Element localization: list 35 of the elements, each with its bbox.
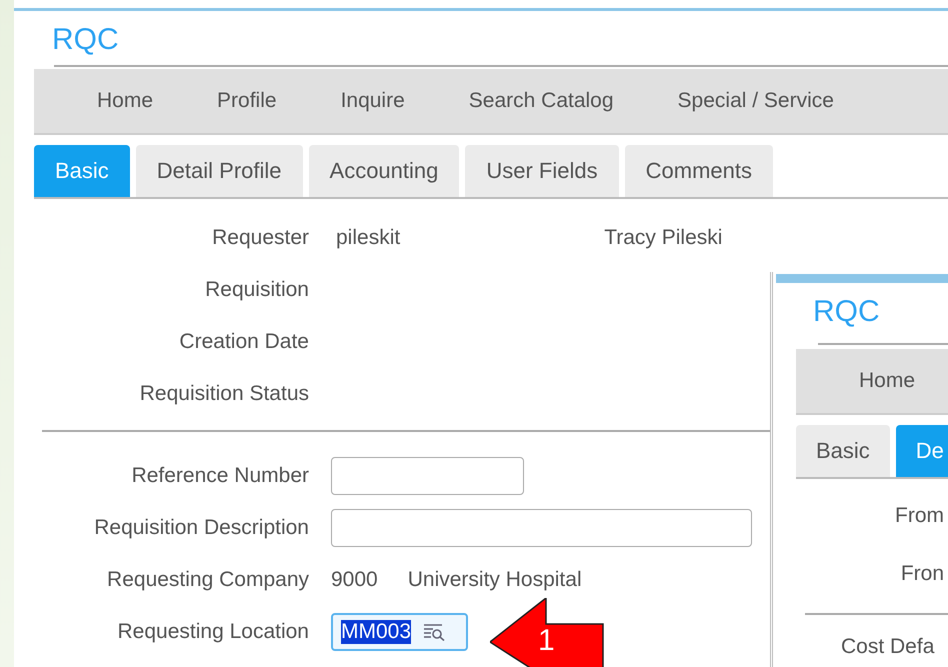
field-label: Fron [900,562,944,586]
input-field[interactable] [331,457,524,495]
field-label: Requisition Status [138,382,309,406]
field-value: University Hospital [408,568,582,592]
tab[interactable]: Accounting [308,145,460,197]
field-label: Requisition [204,278,309,302]
tab[interactable]: Detail Profile [136,145,303,197]
field-label: Requesting Company [106,568,309,592]
field-label: Requisition Description [93,516,309,540]
step-number: 1 [538,624,555,658]
input-field[interactable] [331,509,752,547]
nav-link[interactable]: Inquire [340,89,405,113]
app-title: RQC [812,294,881,330]
nav-link[interactable]: Home [97,89,154,113]
tab[interactable]: De [896,425,948,477]
nav-link[interactable]: Home [859,369,916,393]
tab[interactable]: Basic [34,145,130,197]
field-label: Cost Defa [841,635,936,659]
nav-link[interactable]: Search Catalog [468,89,614,113]
field-label: Requesting Location [116,620,309,644]
lookup-field[interactable]: MM003 [331,613,468,651]
field-label: From [895,504,944,528]
nav-link[interactable]: Special / Service [678,89,834,113]
tab[interactable]: Comments [624,145,773,197]
nav-link[interactable]: Profile [217,89,277,113]
field-label: Requester [211,226,309,250]
tab[interactable]: Basic [796,425,890,477]
field-value: 9000 [331,568,378,592]
field-value: pileskit [336,226,400,250]
field-label: Creation Date [178,330,309,354]
field-label: Reference Number [130,464,309,488]
tab[interactable]: User Fields [465,145,619,197]
search-icon[interactable] [423,623,446,641]
field-value: Tracy Pileski [604,226,722,250]
app-title: RQC [51,22,120,58]
